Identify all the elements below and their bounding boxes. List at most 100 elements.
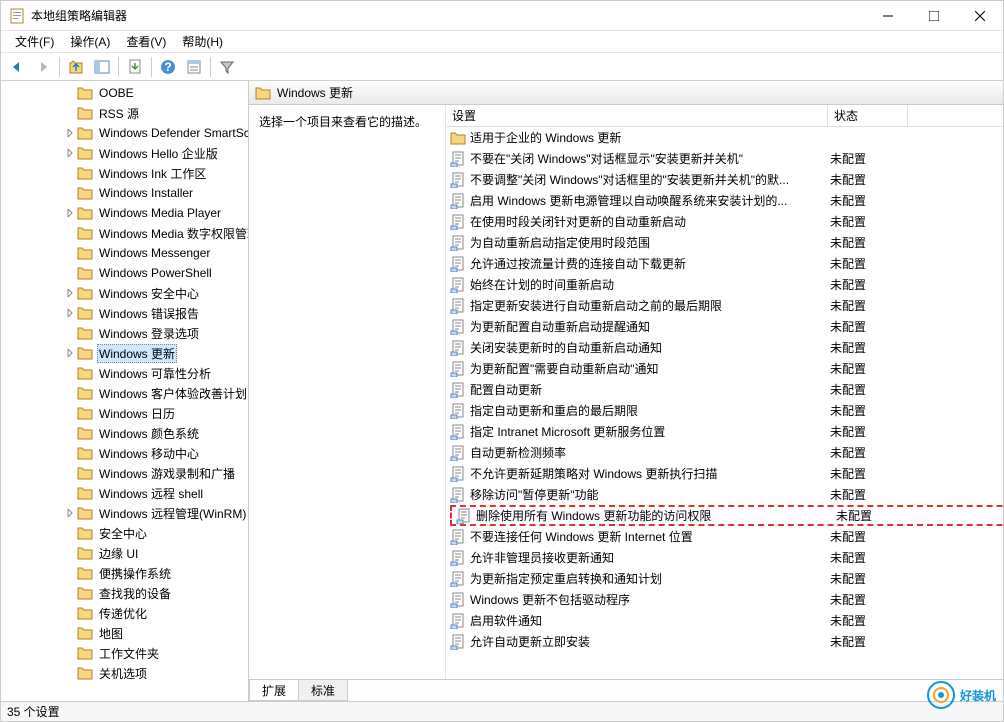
maximize-button[interactable] bbox=[911, 1, 957, 31]
list-row[interactable]: 允许自动更新立即安装未配置 bbox=[446, 631, 1003, 652]
close-button[interactable] bbox=[957, 1, 1003, 31]
tree-node[interactable]: 便携操作系统 bbox=[63, 563, 248, 583]
tree-node[interactable]: 关机选项 bbox=[63, 663, 248, 683]
tree-node[interactable]: Windows Hello 企业版 bbox=[63, 143, 248, 163]
tree-node[interactable]: Windows Media 数字权限管理 bbox=[63, 223, 248, 243]
policy-icon bbox=[450, 466, 466, 482]
tree-node[interactable]: Windows Ink 工作区 bbox=[63, 163, 248, 183]
menu-action[interactable]: 操作(A) bbox=[62, 31, 118, 52]
tab-extended[interactable]: 扩展 bbox=[249, 680, 299, 701]
tree-node[interactable]: 安全中心 bbox=[63, 523, 248, 543]
list-row[interactable]: 删除使用所有 Windows 更新功能的访问权限未配置 bbox=[450, 505, 1003, 526]
tree-node[interactable]: Windows Messenger bbox=[63, 243, 248, 263]
policy-icon bbox=[450, 403, 466, 419]
chevron-right-icon[interactable] bbox=[63, 206, 77, 220]
tree-node[interactable]: Windows 远程 shell bbox=[63, 483, 248, 503]
tree-node[interactable]: Windows 日历 bbox=[63, 403, 248, 423]
list-row[interactable]: 关闭安装更新时的自动重新启动通知未配置 bbox=[446, 337, 1003, 358]
tree-node[interactable]: 工作文件夹 bbox=[63, 643, 248, 663]
expander-empty bbox=[63, 446, 77, 460]
list-row[interactable]: 启用软件通知未配置 bbox=[446, 610, 1003, 631]
list-row[interactable]: 为自动重新启动指定使用时段范围未配置 bbox=[446, 232, 1003, 253]
tree-node-label: Windows Messenger bbox=[97, 246, 212, 260]
properties-button[interactable] bbox=[182, 55, 206, 79]
list-row[interactable]: 不要在"关闭 Windows"对话框显示"安装更新并关机"未配置 bbox=[446, 148, 1003, 169]
tree-node[interactable]: RSS 源 bbox=[63, 103, 248, 123]
show-hide-tree-button[interactable] bbox=[90, 55, 114, 79]
chevron-right-icon[interactable] bbox=[63, 506, 77, 520]
tree-node[interactable]: Windows 游戏录制和广播 bbox=[63, 463, 248, 483]
list-row[interactable]: 始终在计划的时间重新启动未配置 bbox=[446, 274, 1003, 295]
tree-node-label: Windows 安全中心 bbox=[97, 285, 201, 302]
tree-node[interactable]: Windows 颜色系统 bbox=[63, 423, 248, 443]
list-row[interactable]: Windows 更新不包括驱动程序未配置 bbox=[446, 589, 1003, 610]
tree-node[interactable]: Windows 可靠性分析 bbox=[63, 363, 248, 383]
list-row[interactable]: 指定自动更新和重启的最后期限未配置 bbox=[446, 400, 1003, 421]
cell-setting: 启用软件通知 bbox=[446, 612, 824, 629]
tree-node[interactable]: 边缘 UI bbox=[63, 543, 248, 563]
tree-node[interactable]: Windows 远程管理(WinRM) bbox=[63, 503, 248, 523]
list-row[interactable]: 配置自动更新未配置 bbox=[446, 379, 1003, 400]
chevron-right-icon[interactable] bbox=[63, 346, 77, 360]
list-row[interactable]: 指定 Intranet Microsoft 更新服务位置未配置 bbox=[446, 421, 1003, 442]
list-row[interactable]: 不要调整"关闭 Windows"对话框里的"安装更新并关机"的默...未配置 bbox=[446, 169, 1003, 190]
list-row[interactable]: 指定更新安装进行自动重新启动之前的最后期限未配置 bbox=[446, 295, 1003, 316]
chevron-right-icon[interactable] bbox=[63, 126, 77, 140]
tree-node[interactable]: OOBE bbox=[63, 83, 248, 103]
forward-button[interactable] bbox=[31, 55, 55, 79]
list-row[interactable]: 允许非管理员接收更新通知未配置 bbox=[446, 547, 1003, 568]
menu-help[interactable]: 帮助(H) bbox=[174, 31, 231, 52]
folder-icon bbox=[77, 306, 93, 320]
tree-node[interactable]: Windows 登录选项 bbox=[63, 323, 248, 343]
tree-scroll[interactable]: OOBERSS 源Windows Defender SmartScreenWin… bbox=[1, 81, 248, 701]
policy-icon bbox=[450, 571, 466, 587]
list-row[interactable]: 不要连接任何 Windows 更新 Internet 位置未配置 bbox=[446, 526, 1003, 547]
tree-node[interactable]: Windows 移动中心 bbox=[63, 443, 248, 463]
policy-icon bbox=[450, 256, 466, 272]
tree-node[interactable]: Windows 安全中心 bbox=[63, 283, 248, 303]
chevron-right-icon[interactable] bbox=[63, 146, 77, 160]
tree-node[interactable]: 传递优化 bbox=[63, 603, 248, 623]
menu-file[interactable]: 文件(F) bbox=[7, 31, 62, 52]
minimize-button[interactable] bbox=[865, 1, 911, 31]
cell-setting: 关闭安装更新时的自动重新启动通知 bbox=[446, 339, 824, 356]
list-row[interactable]: 移除访问"暂停更新"功能未配置 bbox=[446, 484, 1003, 505]
tree-node[interactable]: Windows 客户体验改善计划 bbox=[63, 383, 248, 403]
separator bbox=[118, 57, 119, 77]
tree-node[interactable]: Windows 错误报告 bbox=[63, 303, 248, 323]
chevron-right-icon[interactable] bbox=[63, 306, 77, 320]
menu-view[interactable]: 查看(V) bbox=[118, 31, 174, 52]
tree-node[interactable]: 查找我的设备 bbox=[63, 583, 248, 603]
tree-node[interactable]: Windows 更新 bbox=[63, 343, 248, 363]
tree-node[interactable]: Windows Media Player bbox=[63, 203, 248, 223]
list-row[interactable]: 为更新配置自动重新启动提醒通知未配置 bbox=[446, 316, 1003, 337]
list-row[interactable]: 适用于企业的 Windows 更新 bbox=[446, 127, 1003, 148]
back-button[interactable] bbox=[5, 55, 29, 79]
setting-label: 允许自动更新立即安装 bbox=[470, 633, 590, 650]
list-row[interactable]: 自动更新检测频率未配置 bbox=[446, 442, 1003, 463]
cell-state: 未配置 bbox=[830, 507, 910, 524]
chevron-right-icon[interactable] bbox=[63, 286, 77, 300]
export-button[interactable] bbox=[123, 55, 147, 79]
column-state[interactable]: 状态 bbox=[828, 105, 908, 126]
list-body[interactable]: 适用于企业的 Windows 更新不要在"关闭 Windows"对话框显示"安装… bbox=[446, 127, 1003, 679]
list-row[interactable]: 启用 Windows 更新电源管理以自动唤醒系统来安装计划的...未配置 bbox=[446, 190, 1003, 211]
menubar: 文件(F) 操作(A) 查看(V) 帮助(H) bbox=[1, 31, 1003, 53]
list-row[interactable]: 不允许更新延期策略对 Windows 更新执行扫描未配置 bbox=[446, 463, 1003, 484]
folder-icon bbox=[77, 666, 93, 680]
column-setting[interactable]: 设置 bbox=[446, 105, 828, 126]
tree-node[interactable]: 地图 bbox=[63, 623, 248, 643]
filter-button[interactable] bbox=[215, 55, 239, 79]
setting-label: 启用 Windows 更新电源管理以自动唤醒系统来安装计划的... bbox=[470, 192, 787, 209]
up-button[interactable] bbox=[64, 55, 88, 79]
list-row[interactable]: 为更新配置"需要自动重新启动"通知未配置 bbox=[446, 358, 1003, 379]
tree-node[interactable]: Windows Installer bbox=[63, 183, 248, 203]
tab-standard[interactable]: 标准 bbox=[298, 680, 348, 701]
tree-node[interactable]: Windows PowerShell bbox=[63, 263, 248, 283]
statusbar: 35 个设置 bbox=[1, 701, 1003, 721]
list-row[interactable]: 在使用时段关闭针对更新的自动重新启动未配置 bbox=[446, 211, 1003, 232]
help-button[interactable]: ? bbox=[156, 55, 180, 79]
tree-node[interactable]: Windows Defender SmartScreen bbox=[63, 123, 248, 143]
list-row[interactable]: 为更新指定预定重启转换和通知计划未配置 bbox=[446, 568, 1003, 589]
list-row[interactable]: 允许通过按流量计费的连接自动下载更新未配置 bbox=[446, 253, 1003, 274]
